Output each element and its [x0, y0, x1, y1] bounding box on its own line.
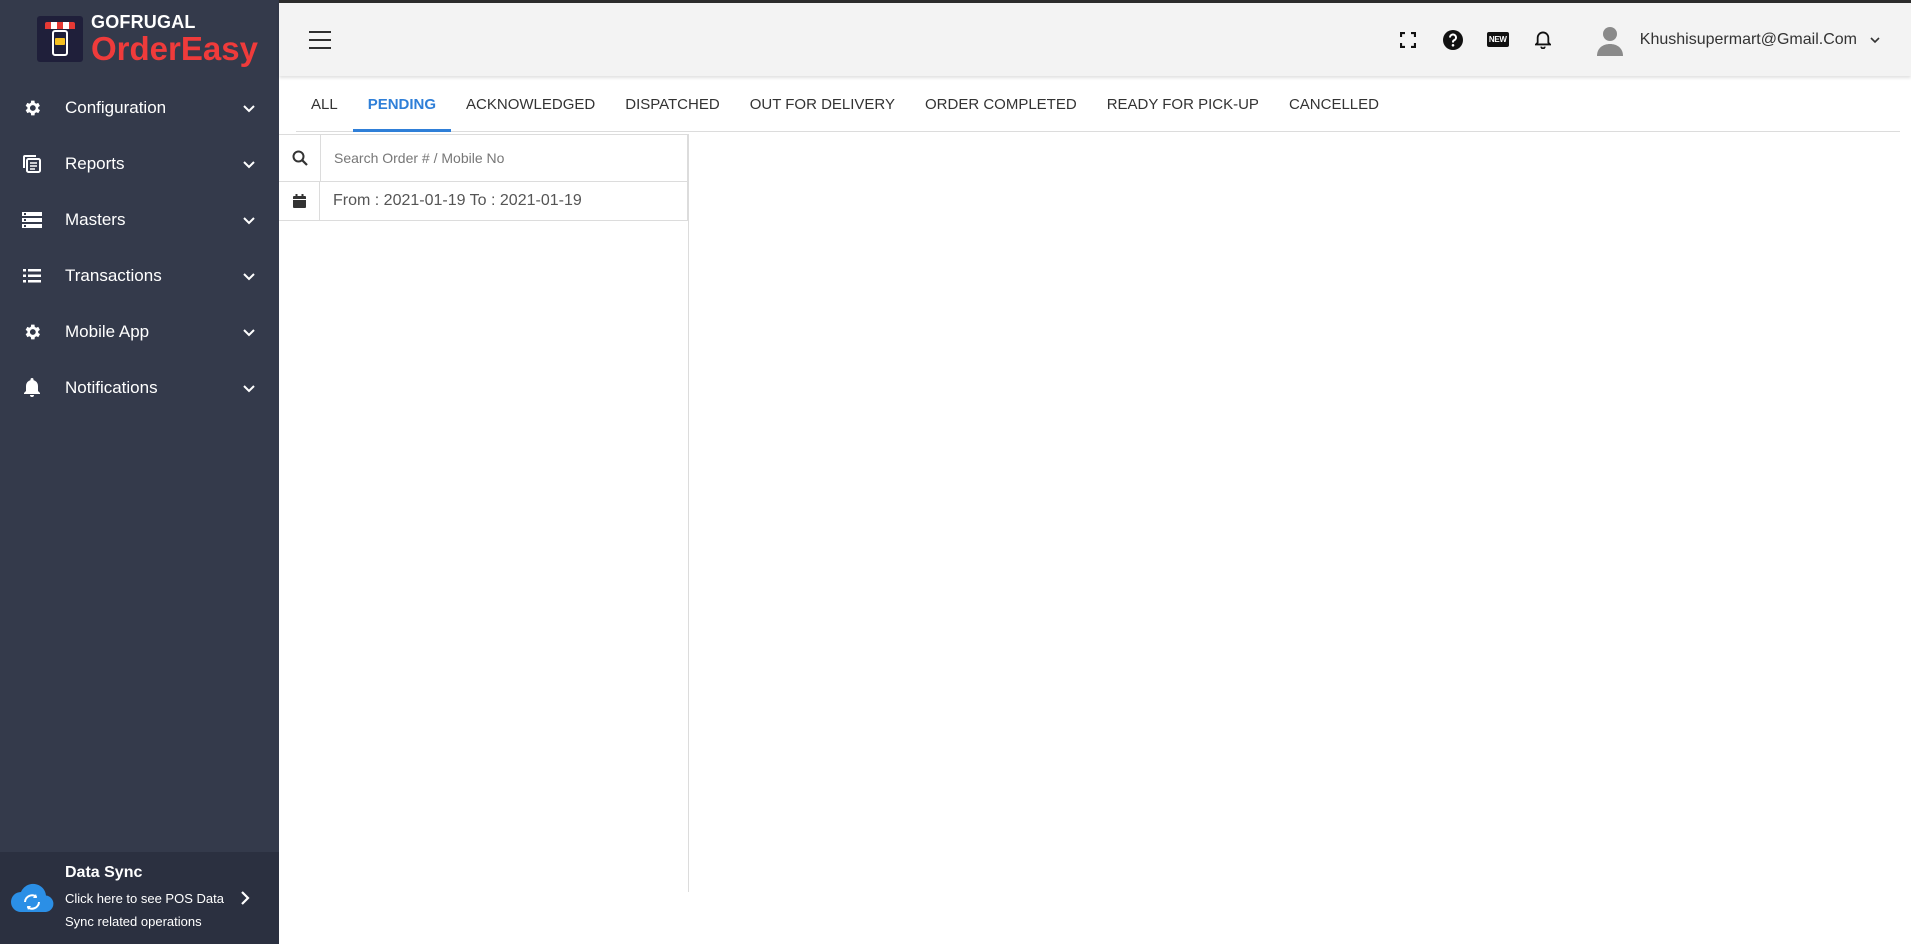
cloud-sync-icon: [8, 874, 56, 922]
sidebar-item-label: Configuration: [65, 98, 167, 117]
brand-logo[interactable]: GOFRUGAL OrderEasy: [0, 0, 279, 78]
tab-ready-for-pickup[interactable]: READY FOR PICK-UP: [1092, 78, 1274, 131]
chevron-down-icon: [243, 385, 255, 393]
search-bar: [279, 134, 688, 182]
user-menu[interactable]: Khushisupermart@Gmail.Com: [1594, 24, 1881, 56]
sidebar-item-mobile-app[interactable]: Mobile App: [0, 304, 279, 360]
tab-acknowledged[interactable]: ACKNOWLEDGED: [451, 78, 610, 131]
sidebar-item-masters[interactable]: Masters: [0, 192, 279, 248]
search-input[interactable]: [321, 135, 687, 181]
sidebar-item-label: Reports: [65, 154, 125, 173]
store-logo-icon: [37, 16, 83, 62]
chevron-down-icon: [243, 217, 255, 225]
chevron-down-icon: [243, 273, 255, 281]
sidebar-item-notifications[interactable]: Notifications: [0, 360, 279, 416]
gear-icon: [21, 97, 43, 119]
data-sync-panel[interactable]: Data Sync Click here to see POS Data Syn…: [0, 852, 279, 944]
brand-name-bottom: OrderEasy: [91, 30, 258, 67]
tab-order-completed[interactable]: ORDER COMPLETED: [910, 78, 1092, 131]
avatar: [1594, 24, 1626, 56]
top-bar: NEW Khushisupermart@Gmail.Com: [279, 0, 1911, 76]
sidebar-item-transactions[interactable]: Transactions: [0, 248, 279, 304]
user-email: Khushisupermart@Gmail.Com: [1639, 30, 1857, 48]
sidebar-item-label: Transactions: [65, 266, 162, 285]
fullscreen-icon[interactable]: [1396, 28, 1420, 52]
search-icon[interactable]: [279, 135, 321, 181]
chevron-down-icon: [243, 329, 255, 337]
chevron-right-icon: [239, 890, 257, 906]
chevron-down-icon: [1870, 36, 1880, 43]
list-icon: [21, 265, 43, 287]
report-icon: [21, 153, 43, 175]
tab-all[interactable]: ALL: [296, 78, 353, 131]
help-icon[interactable]: [1441, 28, 1465, 52]
brand-name-top: GOFRUGAL: [91, 12, 196, 32]
date-range-picker[interactable]: From : 2021-01-19 To : 2021-01-19: [279, 182, 688, 221]
top-actions: NEW Khushisupermart@Gmail.Com: [1396, 3, 1911, 76]
app-root: GOFRUGAL OrderEasy Configuration Reports: [0, 0, 1911, 944]
order-list-panel: From : 2021-01-19 To : 2021-01-19: [279, 134, 689, 892]
tab-dispatched[interactable]: DISPATCHED: [610, 78, 734, 131]
tab-pending[interactable]: PENDING: [352, 78, 452, 132]
data-sync-title: Data Sync: [65, 863, 143, 881]
sidebar-item-label: Masters: [65, 210, 126, 229]
tab-cancelled[interactable]: CANCELLED: [1274, 78, 1394, 131]
chevron-down-icon: [243, 105, 255, 113]
sidebar-item-label: Notifications: [65, 378, 158, 397]
menu-toggle-icon[interactable]: [309, 31, 331, 49]
sidebar-item-reports[interactable]: Reports: [0, 136, 279, 192]
data-sync-description: Click here to see POS Data Sync related …: [65, 890, 224, 929]
chevron-down-icon: [243, 161, 255, 169]
bell-icon[interactable]: [1531, 28, 1555, 52]
new-badge-text: NEW: [1486, 32, 1509, 47]
date-range-text: From : 2021-01-19 To : 2021-01-19: [333, 192, 582, 209]
gear-icon: [21, 321, 43, 343]
bell-icon: [21, 377, 43, 399]
new-badge-icon[interactable]: NEW: [1486, 28, 1510, 52]
sidebar-nav: Configuration Reports Masters Transactio…: [0, 80, 279, 416]
calendar-icon: [279, 182, 320, 220]
server-icon: [21, 209, 43, 231]
order-status-tabs: ALL PENDING ACKNOWLEDGED DISPATCHED OUT …: [296, 78, 1900, 132]
sidebar: GOFRUGAL OrderEasy Configuration Reports: [0, 0, 279, 944]
sidebar-item-configuration[interactable]: Configuration: [0, 80, 279, 136]
sidebar-item-label: Mobile App: [65, 322, 150, 341]
tab-out-for-delivery[interactable]: OUT FOR DELIVERY: [735, 78, 910, 131]
